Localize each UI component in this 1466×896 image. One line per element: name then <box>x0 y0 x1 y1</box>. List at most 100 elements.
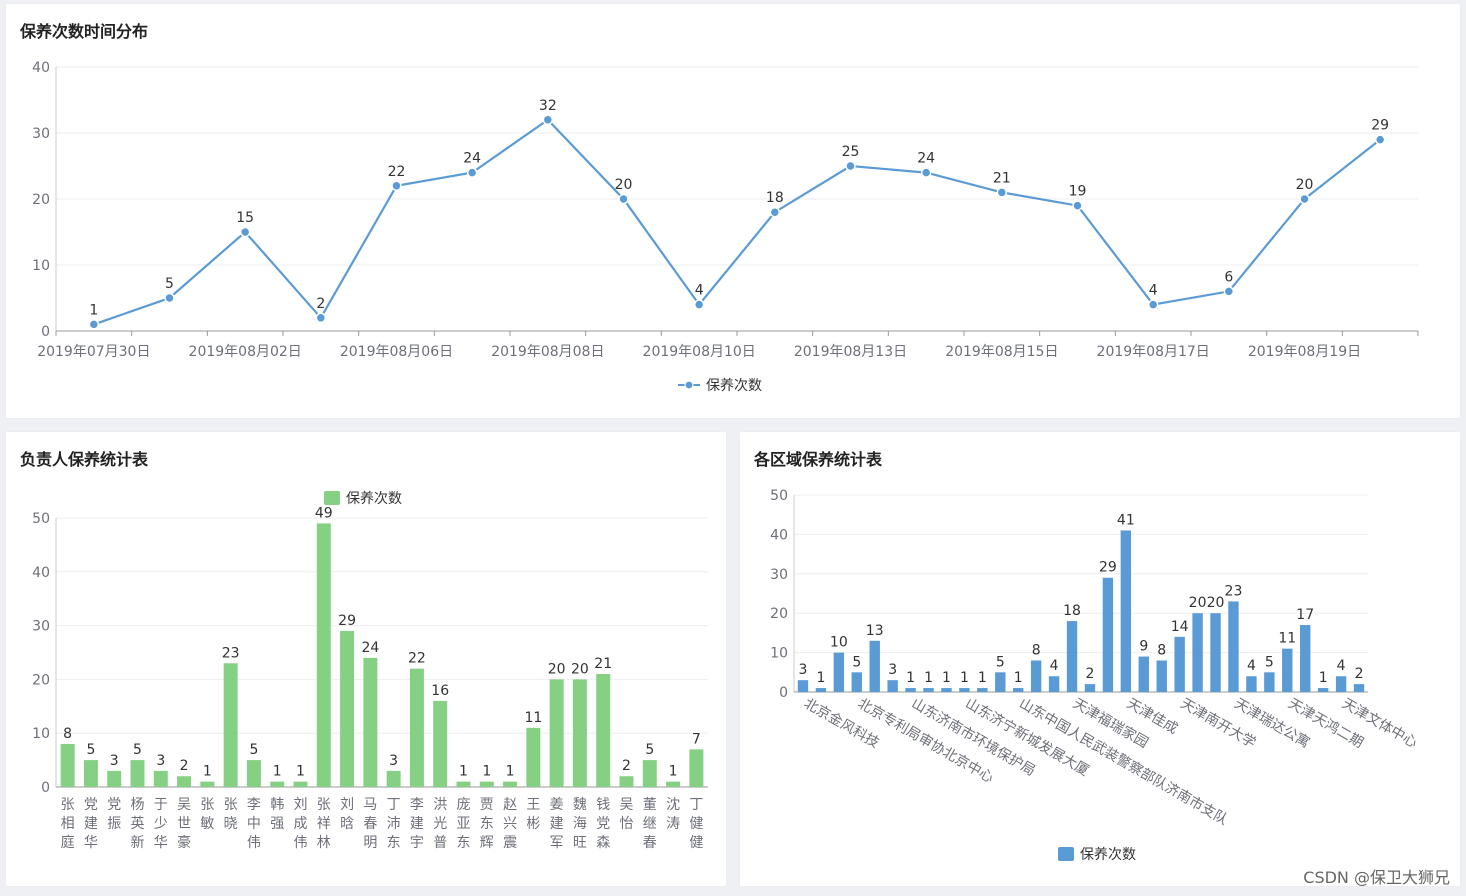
bar <box>316 523 331 787</box>
x-tick-label: 李中伟 <box>247 797 261 851</box>
y-tick-label: 30 <box>32 126 50 142</box>
data-label: 1 <box>1319 670 1328 686</box>
data-label: 6 <box>1224 269 1233 285</box>
legend-marker <box>1058 847 1074 861</box>
bar <box>409 668 424 787</box>
data-label: 4 <box>1247 658 1256 674</box>
data-point <box>391 180 402 192</box>
bar <box>526 727 541 787</box>
person-stats-panel: 负责人保养统计表 0 10 20 30 40 50 8 张相庭 5 党建华 3 党振 5 杨英新 3 于少华 2… <box>6 432 726 886</box>
x-tick-label: 刘成伟 <box>294 797 308 851</box>
bar <box>887 680 898 692</box>
y-tick-label: 10 <box>32 726 50 742</box>
data-label: 8 <box>1032 642 1041 658</box>
data-label: 3 <box>156 753 165 769</box>
bar <box>479 781 494 787</box>
y-tick-label: 40 <box>770 527 788 543</box>
x-tick-label: 钱党森 <box>596 797 610 851</box>
data-label: 1 <box>203 764 212 780</box>
bar <box>1048 676 1060 692</box>
bar <box>815 688 827 692</box>
data-label: 5 <box>852 654 861 670</box>
data-label: 18 <box>766 190 784 206</box>
bar <box>689 749 704 787</box>
bar <box>340 630 355 787</box>
x-tick-label: 韩强 <box>270 797 284 832</box>
data-label: 49 <box>315 505 333 521</box>
legend-label: 保养次数 <box>706 378 762 394</box>
x-tick-label: 2019年08月17日 <box>1097 344 1210 360</box>
data-point <box>1223 286 1235 297</box>
data-label: 21 <box>993 170 1011 186</box>
watermark: CSDN @保卫大狮兄 <box>1303 868 1450 887</box>
data-label: 29 <box>1099 560 1117 576</box>
bar <box>1120 530 1132 692</box>
data-point <box>618 193 629 205</box>
x-tick-label: 2019年07月30日 <box>37 344 150 360</box>
bar <box>923 688 934 692</box>
data-label: 10 <box>830 635 848 651</box>
bar <box>549 679 564 787</box>
bar <box>153 770 168 787</box>
data-label: 1 <box>924 670 933 686</box>
time-distribution-panel: 保养次数时间分布 0 10 20 30 40 2019年07月30日 2019年08月02日… <box>6 4 1460 418</box>
data-label: 7 <box>692 731 701 747</box>
y-tick-label: 40 <box>32 60 50 76</box>
bar <box>177 776 192 787</box>
data-label: 4 <box>1337 658 1346 674</box>
data-label: 23 <box>1225 583 1243 599</box>
region-stats-panel: 各区域保养统计表 0 10 20 30 40 50 3 1 10 5 13 3 1 1 1 1 1 5 1 8 4 18 2… <box>740 432 1460 886</box>
data-label: 20 <box>571 661 589 677</box>
legend-label: 保养次数 <box>1080 847 1136 863</box>
bar <box>1192 613 1203 692</box>
bar <box>1282 648 1293 692</box>
x-tick-label: 吴怡 <box>620 797 634 832</box>
data-label: 5 <box>86 742 95 758</box>
data-label: 16 <box>431 683 449 699</box>
bar <box>941 688 952 692</box>
bar <box>1210 613 1221 692</box>
data-label: 24 <box>917 151 935 167</box>
bar <box>666 781 681 787</box>
y-tick-label: 40 <box>32 565 50 581</box>
data-point <box>1374 134 1386 145</box>
data-label: 5 <box>249 742 258 758</box>
bar <box>200 781 215 787</box>
bar <box>386 770 401 787</box>
data-label: 9 <box>1139 639 1148 655</box>
data-point <box>1147 299 1159 310</box>
data-label: 24 <box>361 640 379 656</box>
data-point <box>542 114 554 126</box>
bar <box>619 776 634 787</box>
x-tick-label: 魏海旺 <box>573 797 587 851</box>
x-tick-label: 2019年08月08日 <box>491 344 604 360</box>
x-tick-label: 刘晗 <box>340 797 354 832</box>
data-label: 1 <box>906 670 915 686</box>
data-label: 13 <box>866 623 884 639</box>
x-tick-label: 党建华 <box>84 797 98 851</box>
data-point <box>996 187 1008 198</box>
x-tick-label: 沈涛 <box>666 797 680 832</box>
data-label: 5 <box>165 276 174 292</box>
data-label: 1 <box>506 764 515 780</box>
x-tick-label: 洪光普 <box>433 797 447 851</box>
time-line-chart: 0 10 20 30 40 2019年07月30日 2019年08月02日 2019年08月0… <box>32 60 1419 394</box>
data-point <box>769 206 781 218</box>
series-line <box>93 118 1381 326</box>
y-tick-label: 10 <box>770 646 788 662</box>
bar <box>1174 636 1185 692</box>
bar <box>905 688 916 692</box>
x-tick-label: 张敏 <box>200 797 214 832</box>
data-label: 18 <box>1063 603 1081 619</box>
bar <box>1264 672 1275 692</box>
data-point <box>1072 200 1083 211</box>
data-label: 5 <box>996 654 1005 670</box>
data-label: 20 <box>1207 595 1225 611</box>
bar <box>851 672 862 692</box>
bar <box>107 770 122 787</box>
bar <box>1013 688 1024 692</box>
x-tick-label: 杨英新 <box>131 797 145 851</box>
data-label: 14 <box>1171 619 1189 635</box>
data-label: 4 <box>695 283 704 299</box>
data-label: 1 <box>1014 670 1023 686</box>
